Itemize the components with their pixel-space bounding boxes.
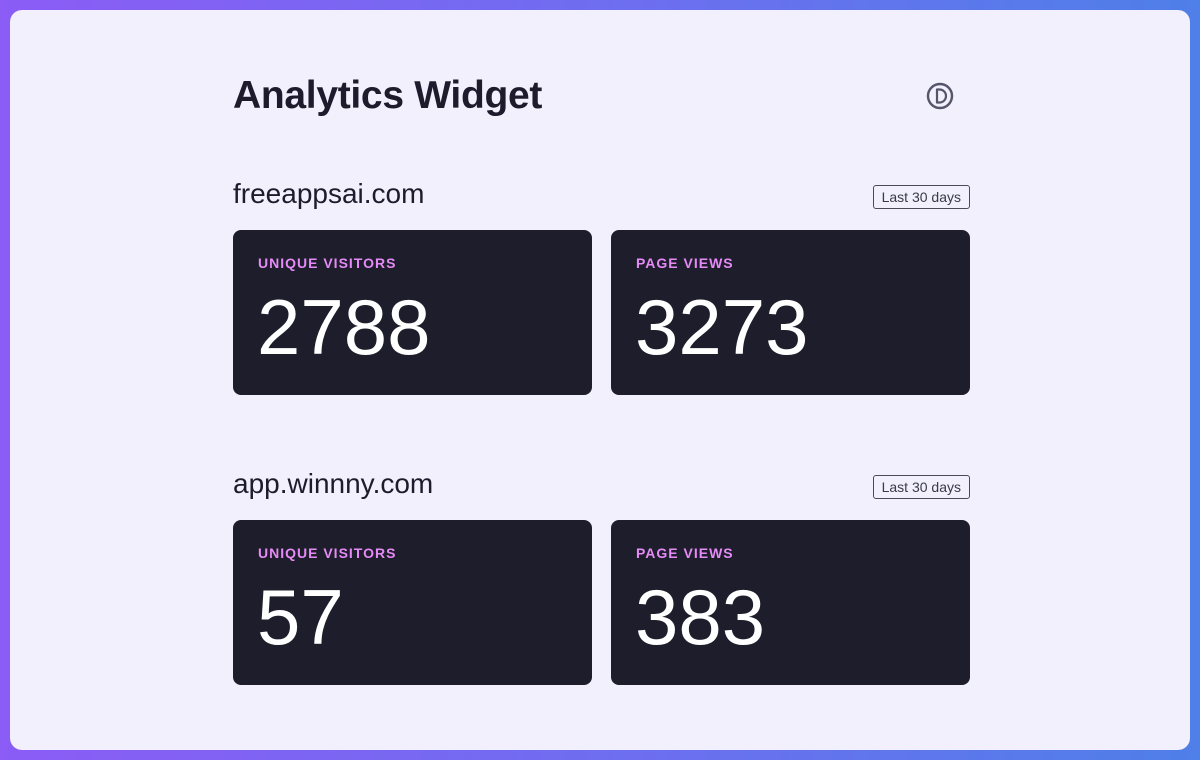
- metric-value: 3273: [635, 283, 809, 371]
- site-domain: app.winnny.com: [233, 468, 434, 499]
- page-views-card: PAGE VIEWS 3273: [611, 230, 970, 395]
- date-range-badge[interactable]: Last 30 days: [872, 475, 970, 499]
- theme-toggle-button[interactable]: [926, 82, 954, 110]
- unique-visitors-card: UNIQUE VISITORS 2788: [233, 230, 592, 395]
- metric-value: 57: [257, 573, 344, 661]
- unique-visitors-card: UNIQUE VISITORS 57: [233, 520, 592, 685]
- metric-value: 383: [635, 573, 766, 661]
- page-title: Analytics Widget: [233, 74, 543, 117]
- contrast-toggle-icon: [926, 82, 954, 110]
- metric-label: PAGE VIEWS: [636, 255, 734, 271]
- metric-label: UNIQUE VISITORS: [258, 545, 397, 561]
- site-domain: freeappsai.com: [233, 178, 425, 209]
- page-views-card: PAGE VIEWS 383: [611, 520, 970, 685]
- metric-label: PAGE VIEWS: [636, 545, 734, 561]
- widget-panel: Analytics Widget freeappsai.com Last 30 …: [10, 10, 1190, 750]
- metric-value: 2788: [257, 283, 431, 371]
- metric-label: UNIQUE VISITORS: [258, 255, 397, 271]
- date-range-badge[interactable]: Last 30 days: [872, 185, 970, 209]
